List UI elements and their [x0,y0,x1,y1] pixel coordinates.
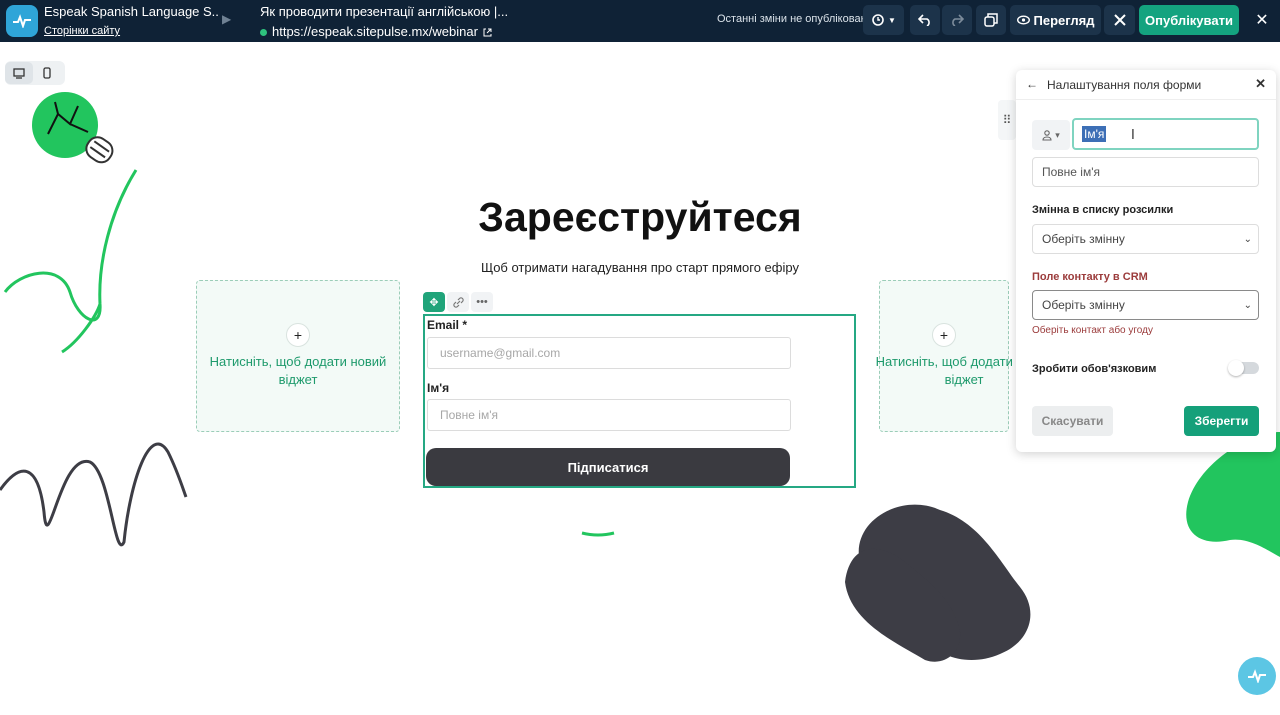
mailing-variable-value: Оберіть змінну [1042,232,1125,246]
crm-hint: Оберіть контакт або угоду [1032,325,1153,336]
back-arrow-icon[interactable]: ← [1026,77,1038,91]
drag-icon[interactable]: ⠿ [998,100,1016,140]
dark-scribble [0,442,188,547]
plus-icon: + [286,323,310,347]
page-title[interactable]: Як проводити презентації англійською |..… [260,3,520,21]
add-widget-text: Натисніть, щоб додати новий віджет [209,354,387,387]
copy-button[interactable] [976,5,1006,35]
preview-button[interactable]: Перегляд [1010,5,1101,35]
page-url-text[interactable]: https://espeak.sitepulse.mx/webinar [272,23,478,41]
copy-icon [984,13,998,27]
crm-field-value: Оберіть змінну [1042,298,1125,312]
add-widget-placeholder-right[interactable]: + Натисніть, щоб додати новий віджет [876,280,1052,432]
history-icon [872,14,884,26]
save-button[interactable]: Зберегти [1184,406,1259,436]
required-label: Зробити обов'язковим [1032,363,1157,375]
subscribe-form-widget[interactable]: Email * username@gmail.com Ім'я Повне ім… [423,314,856,488]
lightbulb-icon [32,92,114,164]
mailing-variable-select[interactable]: Оберіть змінну ⌄ [1032,224,1259,254]
mobile-view-button[interactable] [33,62,61,84]
chevron-right-icon: ▶ [222,12,232,26]
widget-toolbar: ✥ ••• [423,292,493,312]
preview-label: Перегляд [1033,12,1095,28]
app-logo-icon[interactable] [6,5,38,37]
history-button[interactable]: ▼ [863,5,904,35]
undo-button[interactable] [910,5,940,35]
redo-icon [952,14,964,26]
chevron-down-icon: ▾ [1055,129,1060,140]
eye-icon [1016,15,1030,25]
email-label: Email * [427,318,468,332]
plus-icon: + [932,323,956,347]
tools-icon [1113,14,1126,26]
name-placeholder: Повне ім'я [440,408,499,422]
tools-button[interactable] [1104,5,1135,35]
field-label-input[interactable]: Ім'я [1072,118,1259,150]
placeholder-input[interactable]: Повне ім'я [1032,157,1259,187]
desktop-view-button[interactable] [5,62,33,84]
field-label-value: Ім'я [1082,126,1107,142]
panel-header: ← Налаштування поля форми ✕ [1016,70,1276,100]
email-placeholder: username@gmail.com [440,346,561,360]
chevron-down-icon: ▼ [888,15,896,25]
site-selector[interactable]: Espeak Spanish Language S... Сторінки са… [44,3,219,39]
close-icon[interactable]: ✕ [1255,76,1266,92]
name-field[interactable]: Повне ім'я [427,399,791,431]
subscribe-button[interactable]: Підписатися [426,448,790,486]
chevron-down-icon: ⌄ [1243,299,1252,311]
desktop-icon [13,67,25,79]
published-status-dot [260,28,267,36]
external-link-icon[interactable] [483,28,492,37]
move-icon[interactable]: ✥ [423,292,445,312]
text-cursor-icon: I [1131,128,1135,143]
crm-field-label: Поле контакту в CRM [1032,271,1148,283]
site-name[interactable]: Espeak Spanish Language S... [44,3,219,21]
redo-button[interactable] [942,5,972,35]
link-icon[interactable] [447,292,469,312]
page-url-link[interactable]: https://espeak.sitepulse.mx/webinar [260,23,520,41]
field-icon-picker[interactable]: ▾ [1032,120,1070,150]
add-widget-placeholder-left[interactable]: + Натисніть, щоб додати новий віджет [196,280,400,432]
panel-title: Налаштування поля форми [1047,78,1202,92]
publish-button[interactable]: Опублікувати [1139,5,1239,35]
close-editor-icon[interactable]: ✕ [1250,5,1274,35]
person-icon [1042,129,1052,141]
top-bar: Espeak Spanish Language S... Сторінки са… [0,0,1280,42]
undo-icon [918,14,930,26]
site-pages-link[interactable]: Сторінки сайту [44,23,219,39]
name-label: Ім'я [427,381,450,395]
placeholder-value: Повне ім'я [1042,165,1101,179]
more-icon[interactable]: ••• [471,292,493,312]
cancel-button[interactable]: Скасувати [1032,406,1113,436]
email-field[interactable]: username@gmail.com [427,337,791,369]
help-bubble-icon[interactable] [1238,657,1276,695]
field-settings-panel: ← Налаштування поля форми ✕ ▾ Ім'я Повне… [1016,70,1276,452]
chevron-down-icon: ⌄ [1243,233,1252,245]
page-selector[interactable]: Як проводити презентації англійською |..… [260,3,520,41]
green-squiggle [3,169,138,322]
unpublished-status: Останні зміни не опубліковано [717,13,873,25]
required-toggle[interactable] [1228,360,1259,376]
device-toggle [5,61,65,85]
crm-field-select[interactable]: Оберіть змінну ⌄ [1032,290,1259,320]
mobile-icon [43,67,51,79]
mailing-variable-label: Змінна в списку розсилки [1032,204,1174,216]
